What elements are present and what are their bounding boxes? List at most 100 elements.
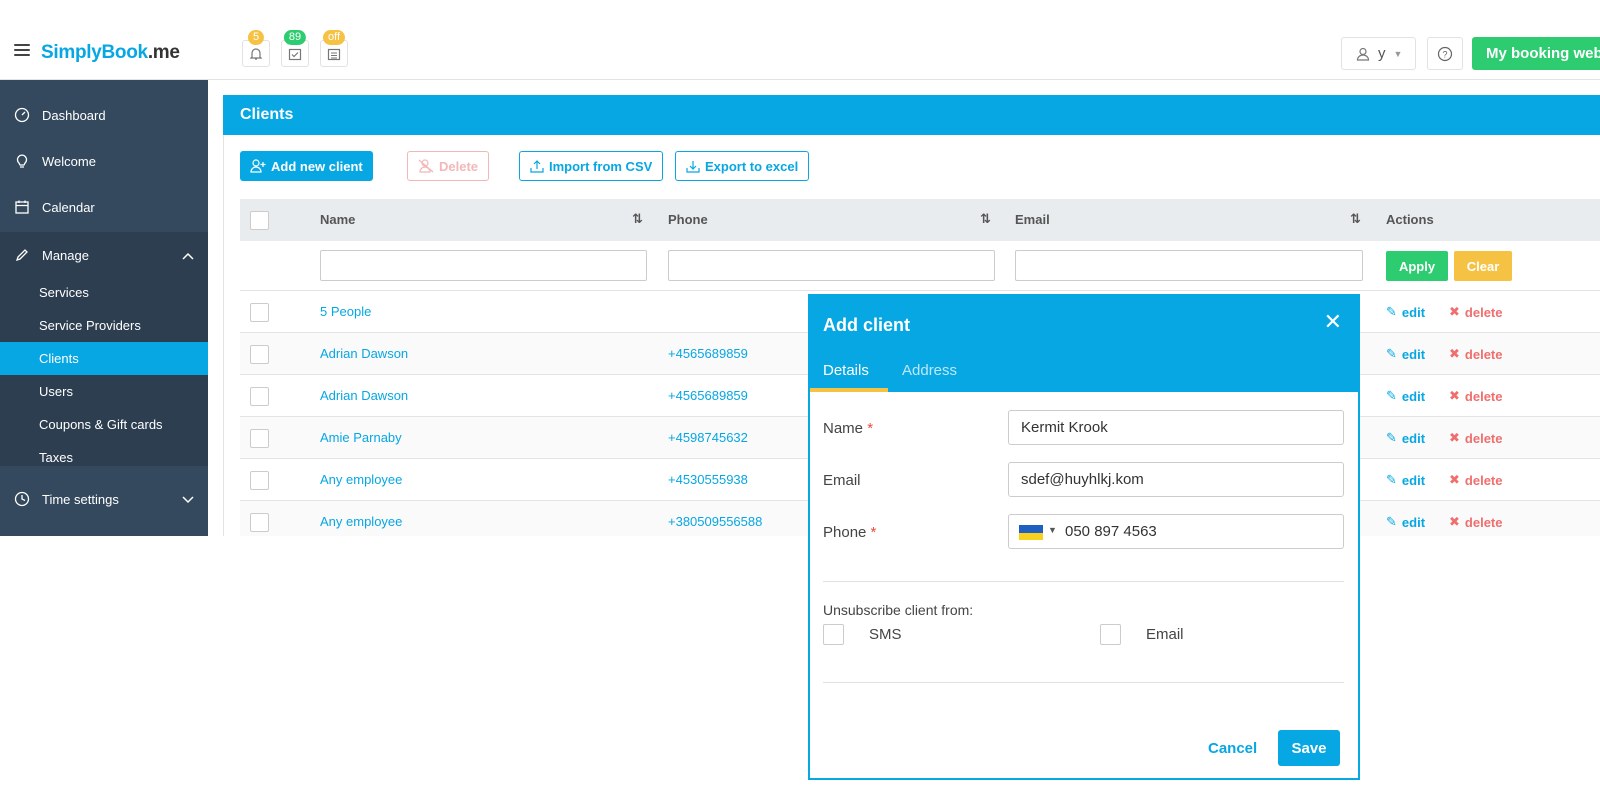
edit-button[interactable]: ✎ edit: [1386, 304, 1425, 320]
notifications-badge: 5: [247, 30, 265, 45]
apply-filter-button[interactable]: Apply: [1386, 251, 1448, 281]
divider: [823, 581, 1344, 582]
ukraine-flag-icon[interactable]: [1019, 525, 1043, 540]
sidebar-subitem-clients[interactable]: Clients: [0, 342, 208, 375]
sort-phone-icon[interactable]: ⇅: [980, 211, 991, 227]
sort-name-icon[interactable]: ⇅: [632, 211, 643, 227]
delete-row-button[interactable]: ✖ delete: [1449, 472, 1502, 488]
chevron-up-icon: [182, 248, 194, 263]
client-name-link[interactable]: 5 People: [320, 304, 371, 319]
help-button[interactable]: ?: [1427, 37, 1463, 70]
chevron-down-icon: [182, 492, 194, 507]
unsubscribe-label: Unsubscribe client from:: [823, 602, 974, 618]
edit-button[interactable]: ✎ edit: [1386, 388, 1425, 404]
page-title: Clients: [223, 95, 1600, 135]
download-icon: [686, 161, 700, 173]
add-new-client-button[interactable]: Add new client: [240, 151, 373, 181]
email-field[interactable]: sdef@huyhlkj.kom: [1008, 462, 1344, 497]
client-phone[interactable]: +380509556588: [668, 514, 762, 529]
row-checkbox[interactable]: [250, 429, 269, 448]
row-checkbox[interactable]: [250, 303, 269, 322]
edit-button[interactable]: ✎ edit: [1386, 346, 1425, 362]
status-badge: off: [322, 30, 346, 45]
lightbulb-icon: [14, 153, 30, 169]
hamburger-menu-icon[interactable]: [14, 44, 30, 56]
client-phone[interactable]: +4565689859: [668, 388, 748, 403]
client-phone[interactable]: +4598745632: [668, 430, 748, 445]
logo[interactable]: SimplyBook.me: [41, 42, 180, 64]
sidebar-subitem-taxes[interactable]: Taxes: [0, 441, 208, 474]
name-filter-input[interactable]: [320, 250, 647, 281]
client-name-link[interactable]: Adrian Dawson: [320, 388, 408, 403]
pencil-icon: ✎: [1386, 430, 1397, 445]
tab-details[interactable]: Details: [823, 362, 869, 379]
status-button[interactable]: off: [320, 30, 348, 67]
row-checkbox[interactable]: [250, 345, 269, 364]
delete-row-button[interactable]: ✖ delete: [1449, 388, 1502, 404]
pencil-icon: [14, 247, 30, 263]
column-header-phone[interactable]: Phone: [668, 212, 708, 227]
save-button[interactable]: Save: [1278, 730, 1340, 766]
pencil-icon: ✎: [1386, 304, 1397, 319]
sidebar-item-welcome[interactable]: Welcome: [0, 138, 208, 184]
export-excel-button[interactable]: Export to excel: [675, 151, 810, 181]
bookings-button[interactable]: 89: [281, 30, 309, 67]
sidebar-item-dashboard[interactable]: Dashboard: [0, 92, 208, 138]
client-name-link[interactable]: Any employee: [320, 514, 402, 529]
modal-title: Add client: [823, 315, 911, 335]
phone-field[interactable]: ▼ 050 897 4563: [1008, 514, 1344, 549]
close-icon[interactable]: ✕: [1324, 311, 1342, 333]
client-name-link[interactable]: Any employee: [320, 472, 402, 487]
sidebar-subitem-coupons[interactable]: Coupons & Gift cards: [0, 408, 208, 441]
delete-row-button[interactable]: ✖ delete: [1449, 514, 1502, 530]
add-client-modal: Add client ✕ Details Address Name * Kerm…: [808, 294, 1360, 780]
client-name-link[interactable]: Amie Parnaby: [320, 430, 402, 445]
phone-filter-input[interactable]: [668, 250, 995, 281]
notifications-button[interactable]: 5: [242, 30, 270, 67]
select-all-checkbox[interactable]: [250, 211, 269, 230]
add-user-icon: [250, 159, 266, 173]
clock-icon: [14, 491, 30, 507]
tab-address[interactable]: Address: [902, 362, 957, 379]
delete-row-button[interactable]: ✖ delete: [1449, 346, 1502, 362]
column-header-name[interactable]: Name: [320, 212, 355, 227]
email-checkbox[interactable]: [1100, 624, 1121, 645]
delete-row-button[interactable]: ✖ delete: [1449, 430, 1502, 446]
client-phone[interactable]: +4530555938: [668, 472, 748, 487]
manage-section: Manage Services Service Providers Client…: [0, 232, 208, 466]
name-field[interactable]: Kermit Krook: [1008, 410, 1344, 445]
column-header-email[interactable]: Email: [1015, 212, 1050, 227]
sidebar-subitem-service-providers[interactable]: Service Providers: [0, 309, 208, 342]
sidebar-item-label: Dashboard: [42, 107, 106, 123]
svg-text:?: ?: [1442, 49, 1447, 59]
client-phone[interactable]: +4565689859: [668, 346, 748, 361]
import-csv-button[interactable]: Import from CSV: [519, 151, 664, 181]
cancel-button[interactable]: Cancel: [1208, 740, 1257, 757]
sort-email-icon[interactable]: ⇅: [1350, 211, 1361, 227]
sidebar-subitem-users[interactable]: Users: [0, 375, 208, 408]
sidebar-subitem-services[interactable]: Services: [0, 276, 208, 309]
sidebar-item-label: Time settings: [42, 491, 119, 507]
edit-button[interactable]: ✎ edit: [1386, 514, 1425, 530]
delete-button[interactable]: Delete: [407, 151, 490, 181]
column-header-actions: Actions: [1386, 212, 1434, 227]
sms-checkbox[interactable]: [823, 624, 844, 645]
row-checkbox[interactable]: [250, 471, 269, 490]
email-filter-input[interactable]: [1015, 250, 1363, 281]
row-checkbox[interactable]: [250, 387, 269, 406]
help-icon: ?: [1437, 46, 1453, 61]
sidebar-item-calendar[interactable]: Calendar: [0, 184, 208, 230]
delete-row-button[interactable]: ✖ delete: [1449, 304, 1502, 320]
name-label: Name *: [823, 420, 874, 437]
close-icon: ✖: [1449, 388, 1460, 403]
row-checkbox[interactable]: [250, 513, 269, 532]
country-caret-icon[interactable]: ▼: [1048, 525, 1057, 535]
my-booking-website-button[interactable]: My booking website: [1472, 37, 1600, 70]
clear-filter-button[interactable]: Clear: [1454, 251, 1512, 281]
edit-button[interactable]: ✎ edit: [1386, 430, 1425, 446]
sidebar-item-manage[interactable]: Manage: [0, 232, 208, 278]
user-menu-button[interactable]: y ▼: [1341, 37, 1416, 70]
edit-button[interactable]: ✎ edit: [1386, 472, 1425, 488]
client-name-link[interactable]: Adrian Dawson: [320, 346, 408, 361]
sidebar-item-time-settings[interactable]: Time settings: [0, 476, 208, 522]
